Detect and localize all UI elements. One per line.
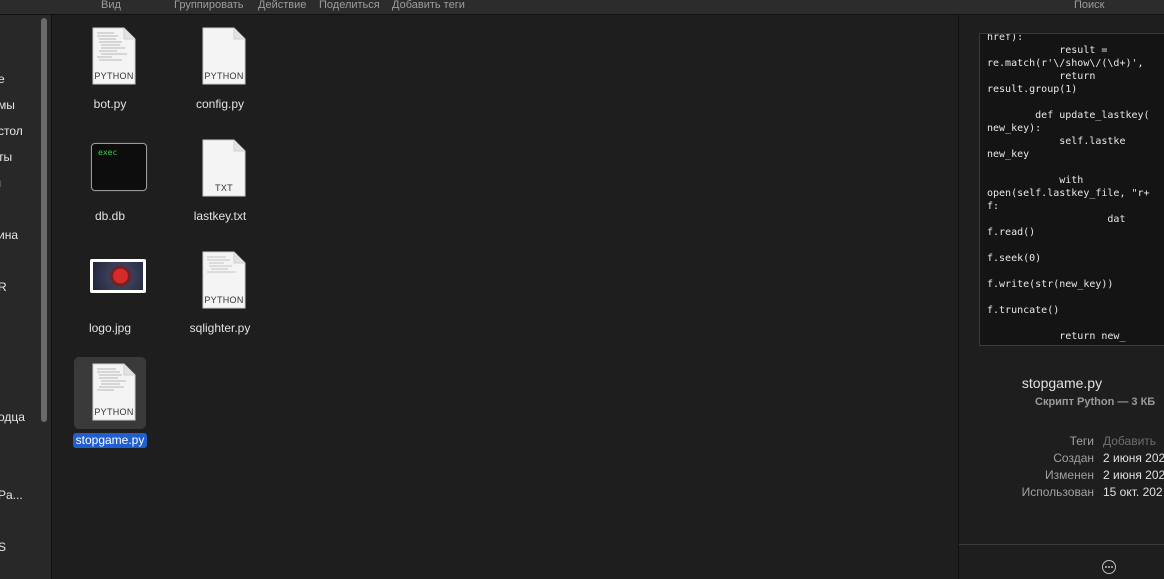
sidebar-item[interactable]: Pa... xyxy=(0,488,23,502)
action-button[interactable]: Действие xyxy=(258,0,306,12)
view-menu[interactable]: Вид xyxy=(101,0,121,12)
sidebar-scrollbar[interactable] xyxy=(41,18,47,422)
file-name: sqlighter.py xyxy=(189,321,251,335)
more-options-icon[interactable] xyxy=(1102,560,1116,574)
file-name: stopgame.py xyxy=(72,433,148,448)
finder-toolbar: Вид Группировать Действие Поделиться Доб… xyxy=(0,0,1164,15)
file-item-db-db[interactable]: exec db.db xyxy=(60,139,160,225)
sidebar-item[interactable]: одца xyxy=(0,410,25,424)
file-item-bot-py[interactable]: PYTHON bot.py xyxy=(60,27,160,113)
python-doc-icon: PYTHON xyxy=(202,251,246,309)
search-label[interactable]: Поиск xyxy=(1074,0,1104,12)
file-item-sqlighter-py[interactable]: PYTHON sqlighter.py xyxy=(170,251,270,337)
add-tags-button[interactable]: Добавить теги xyxy=(392,0,465,12)
file-name: bot.py xyxy=(93,97,127,111)
meta-value: 2 июня 202 xyxy=(1103,451,1164,465)
file-item-logo-jpg[interactable]: logo.jpg xyxy=(60,251,160,337)
preview-kind: Скрипт Python — 3 КБ xyxy=(1035,396,1156,408)
text-doc-icon: TXT xyxy=(202,139,246,197)
python-doc-icon: PYTHON xyxy=(92,363,136,421)
meta-key: Теги xyxy=(1069,434,1094,448)
image-thumbnail-icon xyxy=(90,259,146,293)
add-tags-field[interactable]: Добавить xyxy=(1103,434,1156,448)
sidebar-item[interactable]: ты xyxy=(0,150,12,164)
sidebar: е мы стол ты ı ина R одца Pa... S xyxy=(0,15,52,579)
meta-row-used: Использован 15 окт. 202 xyxy=(959,485,1164,501)
file-item-stopgame-py[interactable]: PYTHON stopgame.py xyxy=(60,357,160,449)
python-doc-icon: PYTHON xyxy=(92,27,136,85)
python-doc-icon: PYTHON xyxy=(202,27,246,85)
file-item-lastkey-txt[interactable]: TXT lastkey.txt xyxy=(170,139,270,225)
meta-key: Изменен xyxy=(1045,468,1094,482)
preview-divider xyxy=(959,544,1164,545)
file-name: logo.jpg xyxy=(88,321,132,335)
sidebar-item[interactable]: е xyxy=(0,72,5,86)
file-grid: PYTHON bot.py PYTHON config.py exec db.d… xyxy=(52,15,957,579)
file-name: lastkey.txt xyxy=(193,209,247,223)
sidebar-item[interactable]: мы xyxy=(0,98,15,112)
group-button[interactable]: Группировать xyxy=(174,0,244,12)
preview-filename: stopgame.py xyxy=(1021,375,1103,391)
sidebar-item[interactable]: ина xyxy=(0,228,18,242)
preview-panel: href): result = re.match(r'\/show\/(\d+)… xyxy=(958,15,1164,579)
sidebar-item[interactable]: стол xyxy=(0,124,23,138)
file-name: config.py xyxy=(195,97,245,111)
code-text: href): result = re.match(r'\/show\/(\d+)… xyxy=(987,33,1150,342)
meta-row-modified: Изменен 2 июня 202 xyxy=(959,468,1164,484)
exec-icon: exec xyxy=(91,143,147,191)
file-name: db.db xyxy=(94,209,126,223)
sidebar-item[interactable]: S xyxy=(0,540,6,554)
sidebar-item[interactable]: R xyxy=(0,280,7,294)
meta-value: 15 окт. 202 xyxy=(1103,485,1163,499)
sidebar-item[interactable]: ı xyxy=(0,176,1,190)
meta-key: Создан xyxy=(1053,451,1094,465)
meta-value: 2 июня 202 xyxy=(1103,468,1164,482)
file-item-config-py[interactable]: PYTHON config.py xyxy=(170,27,270,113)
meta-row-tags: Теги Добавить xyxy=(959,434,1164,450)
code-preview: href): result = re.match(r'\/show\/(\d+)… xyxy=(979,33,1164,346)
share-button[interactable]: Поделиться xyxy=(319,0,380,12)
meta-row-created: Создан 2 июня 202 xyxy=(959,451,1164,467)
meta-key: Использован xyxy=(1021,485,1094,499)
